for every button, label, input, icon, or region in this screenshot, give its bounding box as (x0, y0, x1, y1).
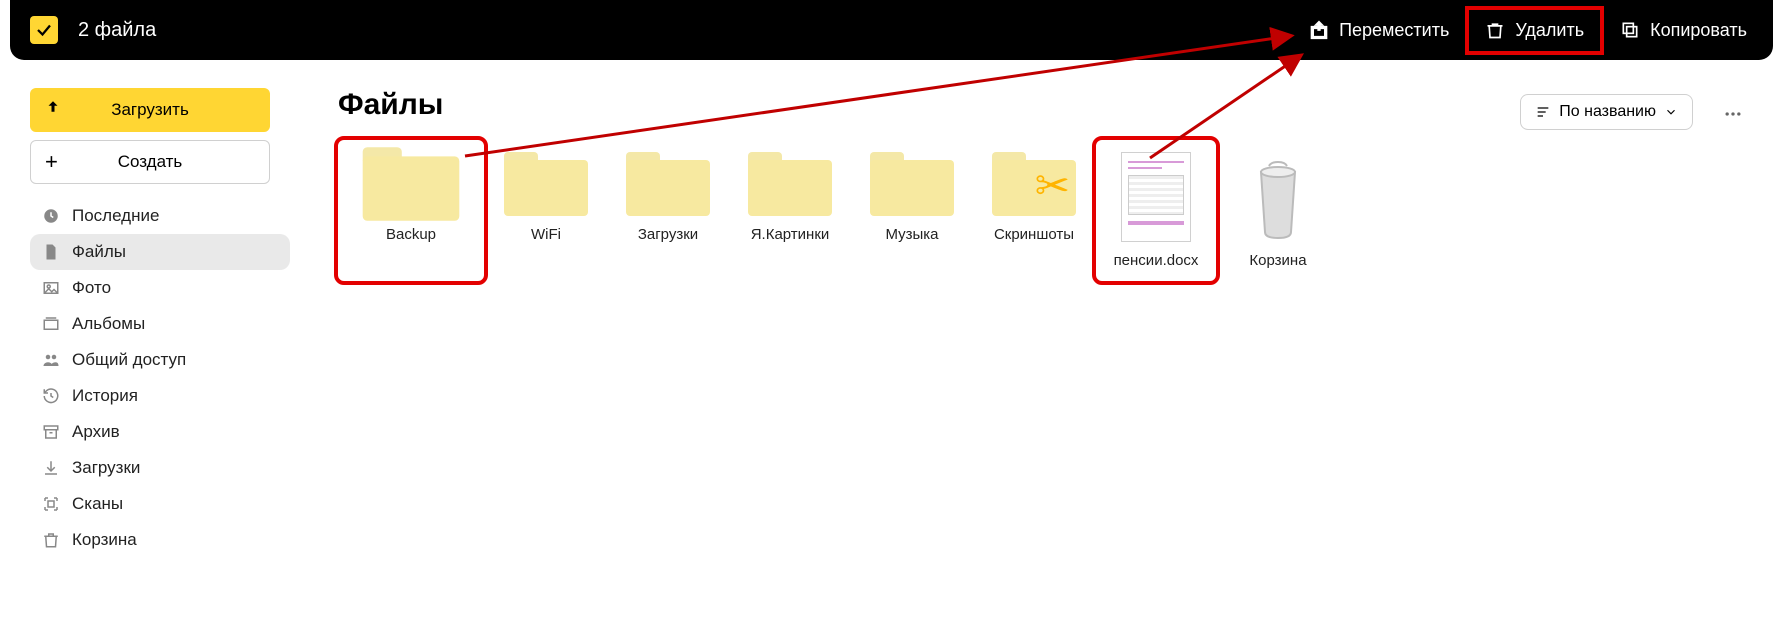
file-item-downloads-folder[interactable]: Загрузки (608, 140, 728, 281)
people-icon (42, 351, 60, 369)
selection-toolbar: 2 файла Переместить Удалить Копировать (10, 0, 1773, 60)
create-button-label: Создать (118, 152, 183, 172)
sidebar-item-label: Архив (72, 422, 120, 442)
album-icon (42, 315, 60, 333)
dots-icon (1723, 104, 1743, 124)
sidebar-item-scans[interactable]: Сканы (30, 486, 290, 522)
sidebar-item-label: Фото (72, 278, 111, 298)
plus-icon: + (45, 149, 58, 175)
copy-button[interactable]: Копировать (1604, 10, 1763, 51)
sidebar-item-recent[interactable]: Последние (30, 198, 290, 234)
sidebar-item-shared[interactable]: Общий доступ (30, 342, 290, 378)
download-icon (42, 459, 60, 477)
select-all-checkbox[interactable] (30, 16, 58, 44)
trash-icon (42, 531, 60, 549)
folder-icon: ✂ (992, 152, 1076, 216)
selection-count-label: 2 файла (78, 19, 156, 42)
archive-icon (42, 423, 60, 441)
file-label: WiFi (531, 226, 561, 243)
document-icon (1121, 152, 1191, 242)
copy-button-label: Копировать (1650, 20, 1747, 41)
file-icon (42, 243, 60, 261)
file-label: Я.Картинки (751, 226, 830, 243)
move-button[interactable]: Переместить (1293, 10, 1465, 51)
scan-icon (42, 495, 60, 513)
sidebar-item-label: Альбомы (72, 314, 145, 334)
sidebar-item-label: Корзина (72, 530, 137, 550)
file-label: Загрузки (638, 226, 698, 243)
sidebar-item-history[interactable]: История (30, 378, 290, 414)
delete-button[interactable]: Удалить (1465, 6, 1604, 55)
sidebar-item-label: Общий доступ (72, 350, 186, 370)
sidebar-item-files[interactable]: Файлы (30, 234, 290, 270)
clock-icon (42, 207, 60, 225)
file-item-backup[interactable]: Backup (338, 140, 484, 281)
folder-icon (626, 152, 710, 216)
sidebar-item-archive[interactable]: Архив (30, 414, 290, 450)
image-icon (42, 279, 60, 297)
folder-icon (363, 147, 460, 221)
sidebar-item-label: История (72, 386, 138, 406)
file-item-trash[interactable]: Корзина (1218, 140, 1338, 281)
file-item-images-folder[interactable]: Я.Картинки (730, 140, 850, 281)
history-icon (42, 387, 60, 405)
sidebar-item-label: Файлы (72, 242, 126, 262)
sidebar-item-albums[interactable]: Альбомы (30, 306, 290, 342)
sidebar: Загрузить + Создать Последние Файлы Фото… (30, 88, 290, 558)
file-label: Корзина (1249, 252, 1306, 269)
content-pane: Файлы По названию Backup WiFi Загрузки (338, 88, 1753, 281)
sidebar-item-label: Сканы (72, 494, 123, 514)
upload-button[interactable]: Загрузить (30, 88, 270, 132)
file-label: Музыка (885, 226, 938, 243)
sort-icon (1535, 104, 1551, 120)
view-options-button[interactable] (1713, 94, 1753, 134)
file-label: Backup (386, 226, 436, 243)
folder-icon (870, 152, 954, 216)
folder-icon (748, 152, 832, 216)
sidebar-item-trash[interactable]: Корзина (30, 522, 290, 558)
file-item-wifi[interactable]: WiFi (486, 140, 606, 281)
folder-icon (504, 152, 588, 216)
upload-button-label: Загрузить (111, 100, 189, 120)
sort-button-label: По названию (1559, 103, 1656, 121)
file-item-screenshots-folder[interactable]: ✂ Скриншоты (974, 140, 1094, 281)
file-item-music-folder[interactable]: Музыка (852, 140, 972, 281)
sidebar-item-photos[interactable]: Фото (30, 270, 290, 306)
file-item-doc[interactable]: пенсии.docx (1096, 140, 1216, 281)
scissors-icon: ✂ (1035, 161, 1070, 210)
sort-button[interactable]: По названию (1520, 94, 1693, 130)
sidebar-item-label: Последние (72, 206, 159, 226)
trash-bin-icon (1243, 152, 1313, 242)
sidebar-item-label: Загрузки (72, 458, 140, 478)
file-label: пенсии.docx (1114, 252, 1199, 269)
create-button[interactable]: + Создать (30, 140, 270, 184)
chevron-down-icon (1664, 105, 1678, 119)
delete-button-label: Удалить (1515, 20, 1584, 41)
move-button-label: Переместить (1339, 20, 1449, 41)
file-grid: Backup WiFi Загрузки Я.Картинки Музыка (338, 140, 1753, 281)
file-label: Скриншоты (994, 226, 1074, 243)
sidebar-item-downloads[interactable]: Загрузки (30, 450, 290, 486)
nav-list: Последние Файлы Фото Альбомы Общий досту… (30, 198, 290, 558)
upload-icon (44, 99, 62, 122)
